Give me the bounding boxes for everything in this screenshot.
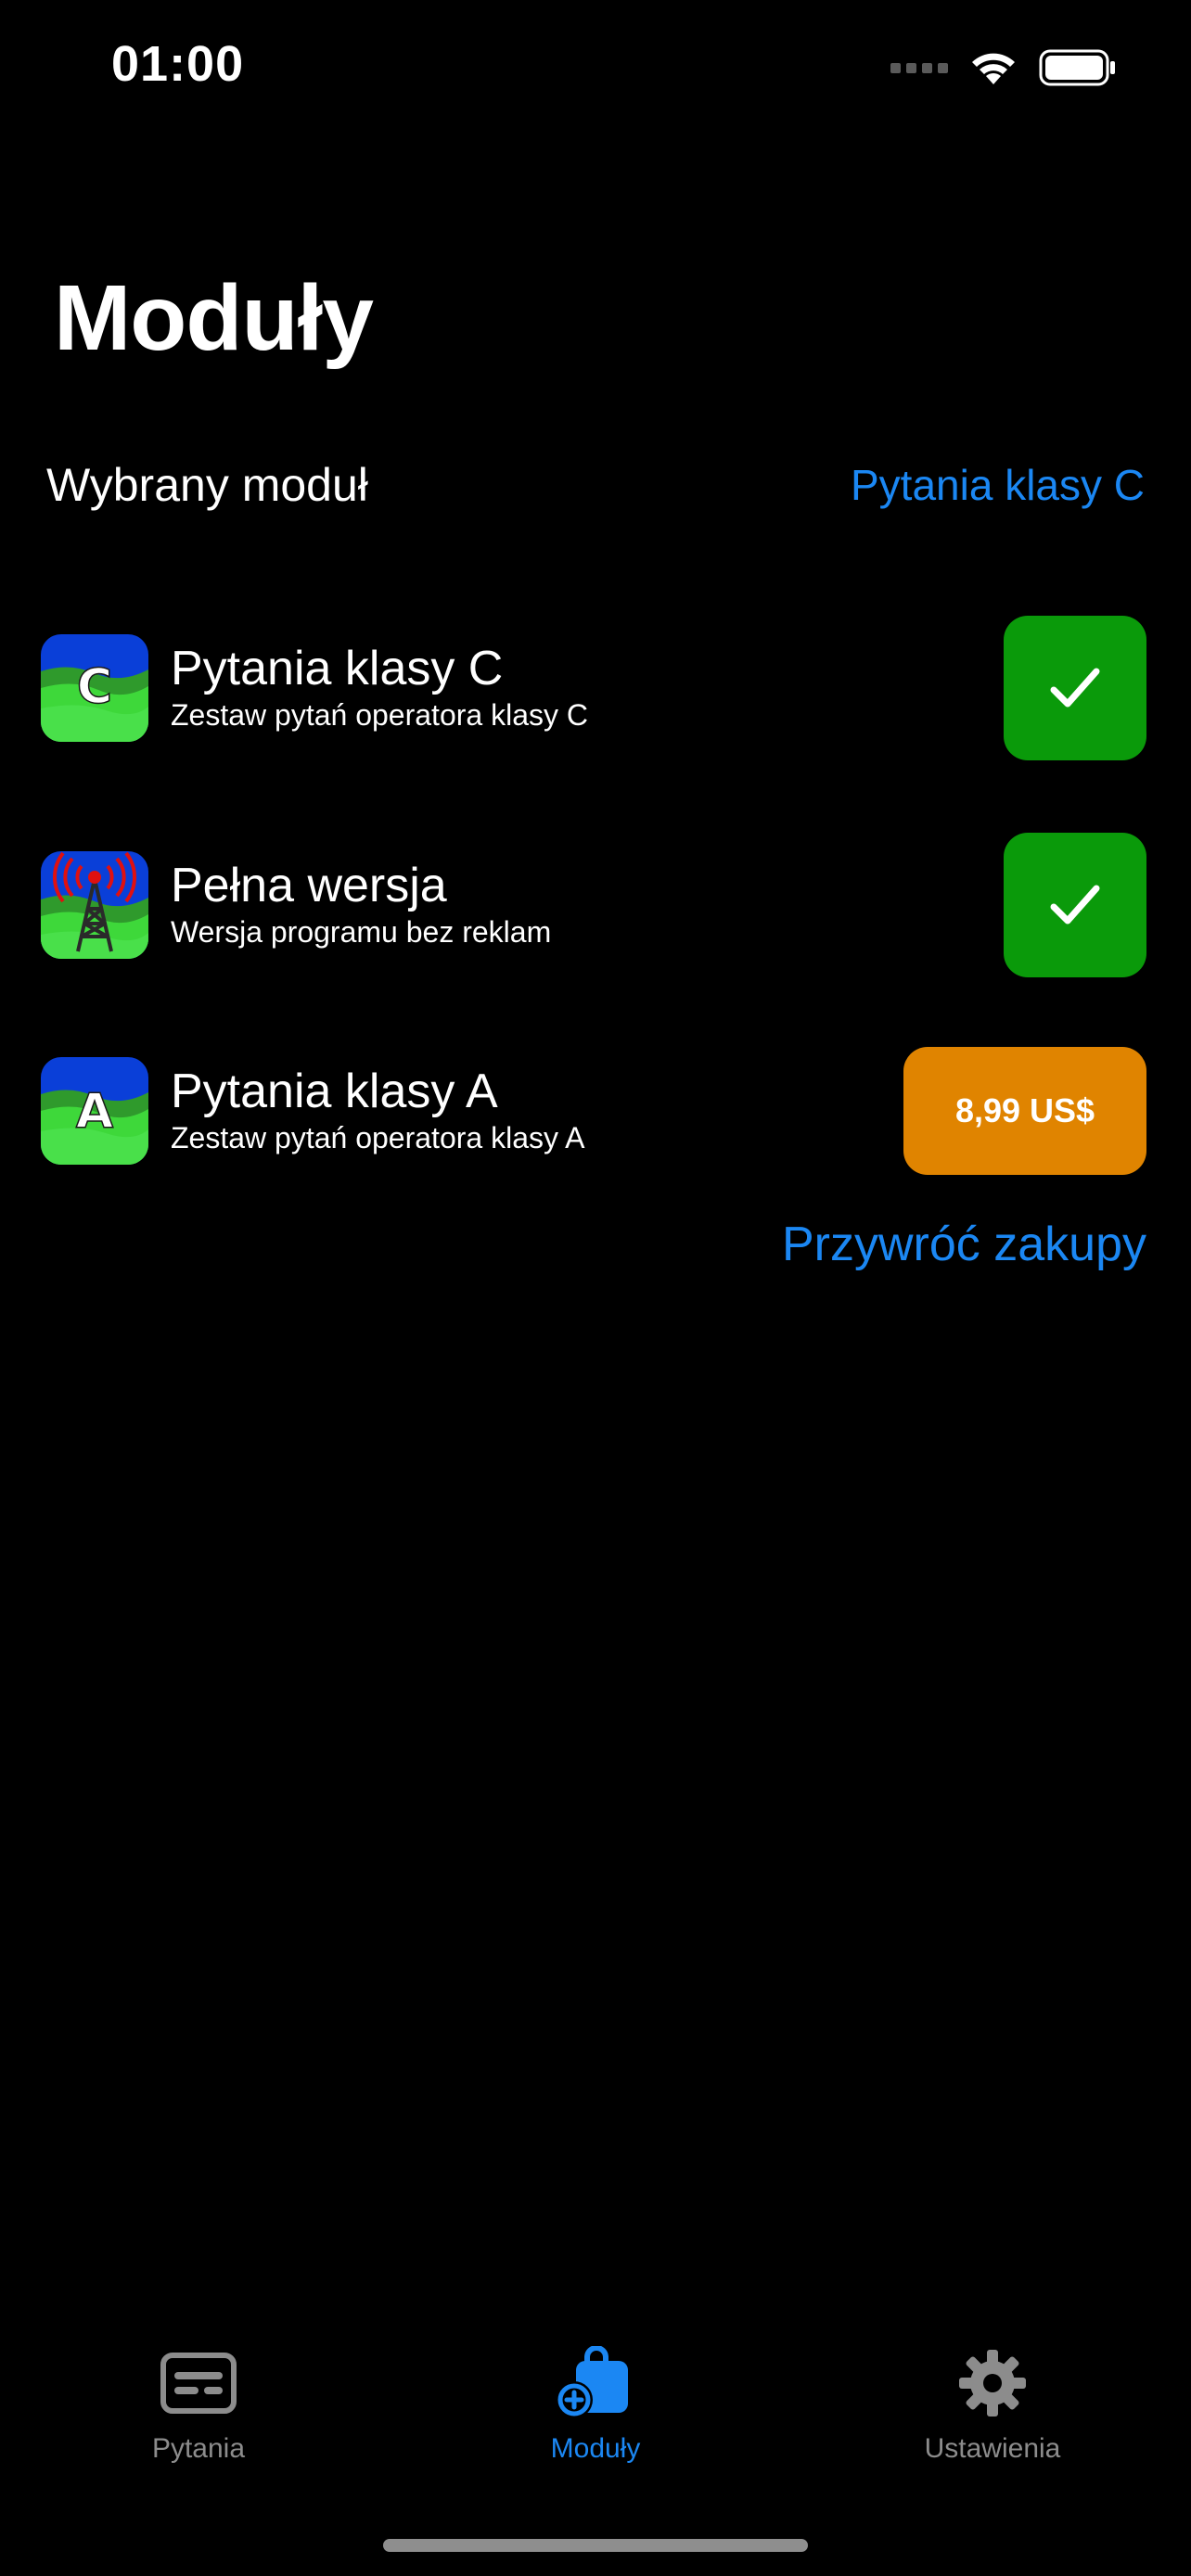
status-icons xyxy=(890,45,1117,91)
checkmark-icon xyxy=(1050,885,1100,925)
tab-label: Moduły xyxy=(550,2433,641,2464)
owned-check-button[interactable] xyxy=(1004,616,1146,760)
tab-bar: Pytania Moduły Ustawienia xyxy=(0,2346,1191,2476)
buy-price-button[interactable]: 8,99 US$ xyxy=(903,1047,1146,1175)
module-row-class-c[interactable]: C Pytania klasy C Zestaw pytań operatora… xyxy=(41,614,1146,762)
tab-ustawienia[interactable]: Ustawienia xyxy=(794,2346,1191,2476)
module-name: Pytania klasy C xyxy=(171,642,504,695)
home-indicator[interactable] xyxy=(383,2539,808,2552)
module-name: Pytania klasy A xyxy=(171,1065,498,1118)
class-c-module-icon: C xyxy=(41,634,148,742)
restore-purchases-link[interactable]: Przywróć zakupy xyxy=(782,1217,1146,1272)
selected-module-row[interactable]: Wybrany moduł Pytania klasy C xyxy=(46,453,1145,517)
shopping-bag-add-icon xyxy=(551,2346,640,2420)
tab-label: Ustawienia xyxy=(924,2433,1061,2464)
tab-moduly[interactable]: Moduły xyxy=(397,2346,794,2476)
tab-label: Pytania xyxy=(151,2433,246,2464)
svg-text:C: C xyxy=(77,659,112,715)
checkmark-icon xyxy=(1050,668,1100,708)
tab-pytania[interactable]: Pytania xyxy=(0,2346,397,2476)
module-description: Wersja programu bez reklam xyxy=(171,915,552,949)
page-title: Moduły xyxy=(54,266,374,370)
battery-icon xyxy=(1039,49,1115,86)
selected-module-value[interactable]: Pytania klasy C xyxy=(851,460,1145,510)
wifi-icon xyxy=(972,53,1015,84)
status-time: 01:00 xyxy=(111,36,245,92)
card-icon xyxy=(154,2346,243,2420)
module-description: Zestaw pytań operatora klasy C xyxy=(171,698,588,732)
module-name: Pełna wersja xyxy=(171,859,447,912)
module-row-class-a[interactable]: A Pytania klasy A Zestaw pytań operatora… xyxy=(41,1037,1146,1185)
module-description: Zestaw pytań operatora klasy A xyxy=(171,1121,585,1154)
svg-text:A: A xyxy=(76,1084,113,1140)
owned-check-button[interactable] xyxy=(1004,833,1146,977)
gear-icon xyxy=(948,2346,1037,2420)
radio-tower-icon xyxy=(41,851,148,959)
module-row-full-version[interactable]: Pełna wersja Wersja programu bez reklam xyxy=(41,831,1146,979)
class-a-module-icon: A xyxy=(41,1057,148,1165)
cellular-signal-icon xyxy=(890,62,948,73)
selected-module-label: Wybrany moduł xyxy=(46,459,368,511)
